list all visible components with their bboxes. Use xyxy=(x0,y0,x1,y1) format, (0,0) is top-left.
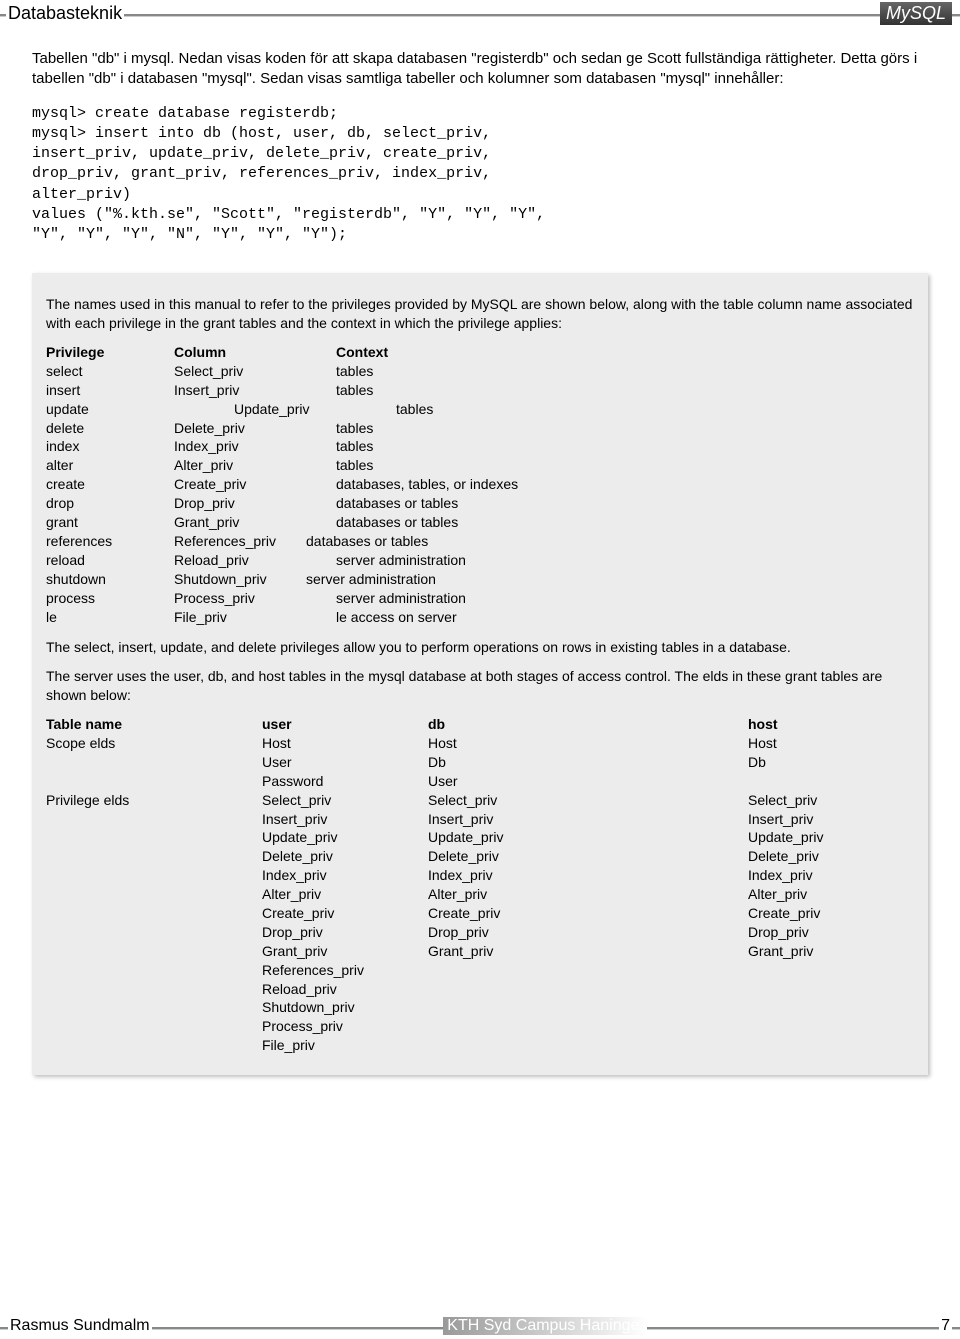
footer-institution: KTH Syd Campus Haninge xyxy=(443,1317,647,1335)
table-row: Create_privCreate_privCreate_priv xyxy=(46,904,914,923)
col-header-host: host xyxy=(748,715,914,734)
table-row: Privilege eldsSelect_privSelect_privSele… xyxy=(46,791,914,810)
box-paragraph-1: The names used in this manual to refer t… xyxy=(46,295,914,333)
col-header-column: Column xyxy=(174,343,336,362)
header-left-label: Databasteknik xyxy=(6,3,124,24)
col-header-tablename: Table name xyxy=(46,715,262,734)
info-box: The names used in this manual to refer t… xyxy=(32,273,928,1075)
table-row: References_priv xyxy=(46,961,914,980)
col-header-context: Context xyxy=(336,343,914,362)
table-row: Process_priv xyxy=(46,1017,914,1036)
table-row: Drop_privDrop_privDrop_priv xyxy=(46,923,914,942)
table-header: Table name user db host xyxy=(46,715,914,734)
page-footer: Rasmus Sundmalm KTH Syd Campus Haninge 7 xyxy=(0,1315,960,1339)
table-row: Scope eldsHostHostHost xyxy=(46,734,914,753)
table-row: processProcess_privserver administration xyxy=(46,589,914,608)
table-row: Reload_priv xyxy=(46,980,914,999)
table-row: selectSelect_privtables xyxy=(46,362,914,381)
table-row: grantGrant_privdatabases or tables xyxy=(46,513,914,532)
table-row: shutdownShutdown_privserver administrati… xyxy=(46,570,914,589)
table-row: Shutdown_priv xyxy=(46,998,914,1017)
header-right-badge: MySQL xyxy=(880,2,952,25)
table-row: Insert_privInsert_privInsert_priv xyxy=(46,810,914,829)
table-row: Index_privIndex_privIndex_priv xyxy=(46,866,914,885)
table-row: deleteDelete_privtables xyxy=(46,419,914,438)
privilege-table: Privilege Column Context selectSelect_pr… xyxy=(46,343,914,626)
table-row: updateUpdate_privtables xyxy=(46,400,914,419)
table-row: referencesReferences_privdatabases or ta… xyxy=(46,532,914,551)
page-header: Databasteknik MySQL xyxy=(0,0,960,27)
col-header-user: user xyxy=(262,715,428,734)
box-paragraph-2: The select, insert, update, and delete p… xyxy=(46,638,914,657)
intro-paragraph: Tabellen "db" i mysql. Nedan visas koden… xyxy=(32,49,928,90)
table-row: Alter_privAlter_privAlter_priv xyxy=(46,885,914,904)
header-rule xyxy=(0,14,960,17)
table-header: Privilege Column Context xyxy=(46,343,914,362)
grant-table: Table name user db host Scope eldsHostHo… xyxy=(46,715,914,1055)
col-header-db: db xyxy=(428,715,748,734)
table-row: Delete_privDelete_privDelete_priv xyxy=(46,847,914,866)
table-row: File_priv xyxy=(46,1036,914,1055)
sql-code-block: mysql> create database registerdb; mysql… xyxy=(32,104,928,246)
table-row: reloadReload_privserver administration xyxy=(46,551,914,570)
table-row: indexIndex_privtables xyxy=(46,437,914,456)
table-row: PasswordUser xyxy=(46,772,914,791)
table-row: alterAlter_privtables xyxy=(46,456,914,475)
page-number: 7 xyxy=(939,1317,952,1335)
table-row: Update_privUpdate_privUpdate_priv xyxy=(46,828,914,847)
table-row: insertInsert_privtables xyxy=(46,381,914,400)
table-row: createCreate_privdatabases, tables, or i… xyxy=(46,475,914,494)
footer-author: Rasmus Sundmalm xyxy=(8,1317,152,1335)
page-content: Tabellen "db" i mysql. Nedan visas koden… xyxy=(0,27,960,1105)
table-row: UserDbDb xyxy=(46,753,914,772)
table-row: Grant_privGrant_privGrant_priv xyxy=(46,942,914,961)
table-row: leFile_privle access on server xyxy=(46,608,914,627)
col-header-privilege: Privilege xyxy=(46,343,174,362)
box-paragraph-3: The server uses the user, db, and host t… xyxy=(46,667,914,705)
table-row: dropDrop_privdatabases or tables xyxy=(46,494,914,513)
